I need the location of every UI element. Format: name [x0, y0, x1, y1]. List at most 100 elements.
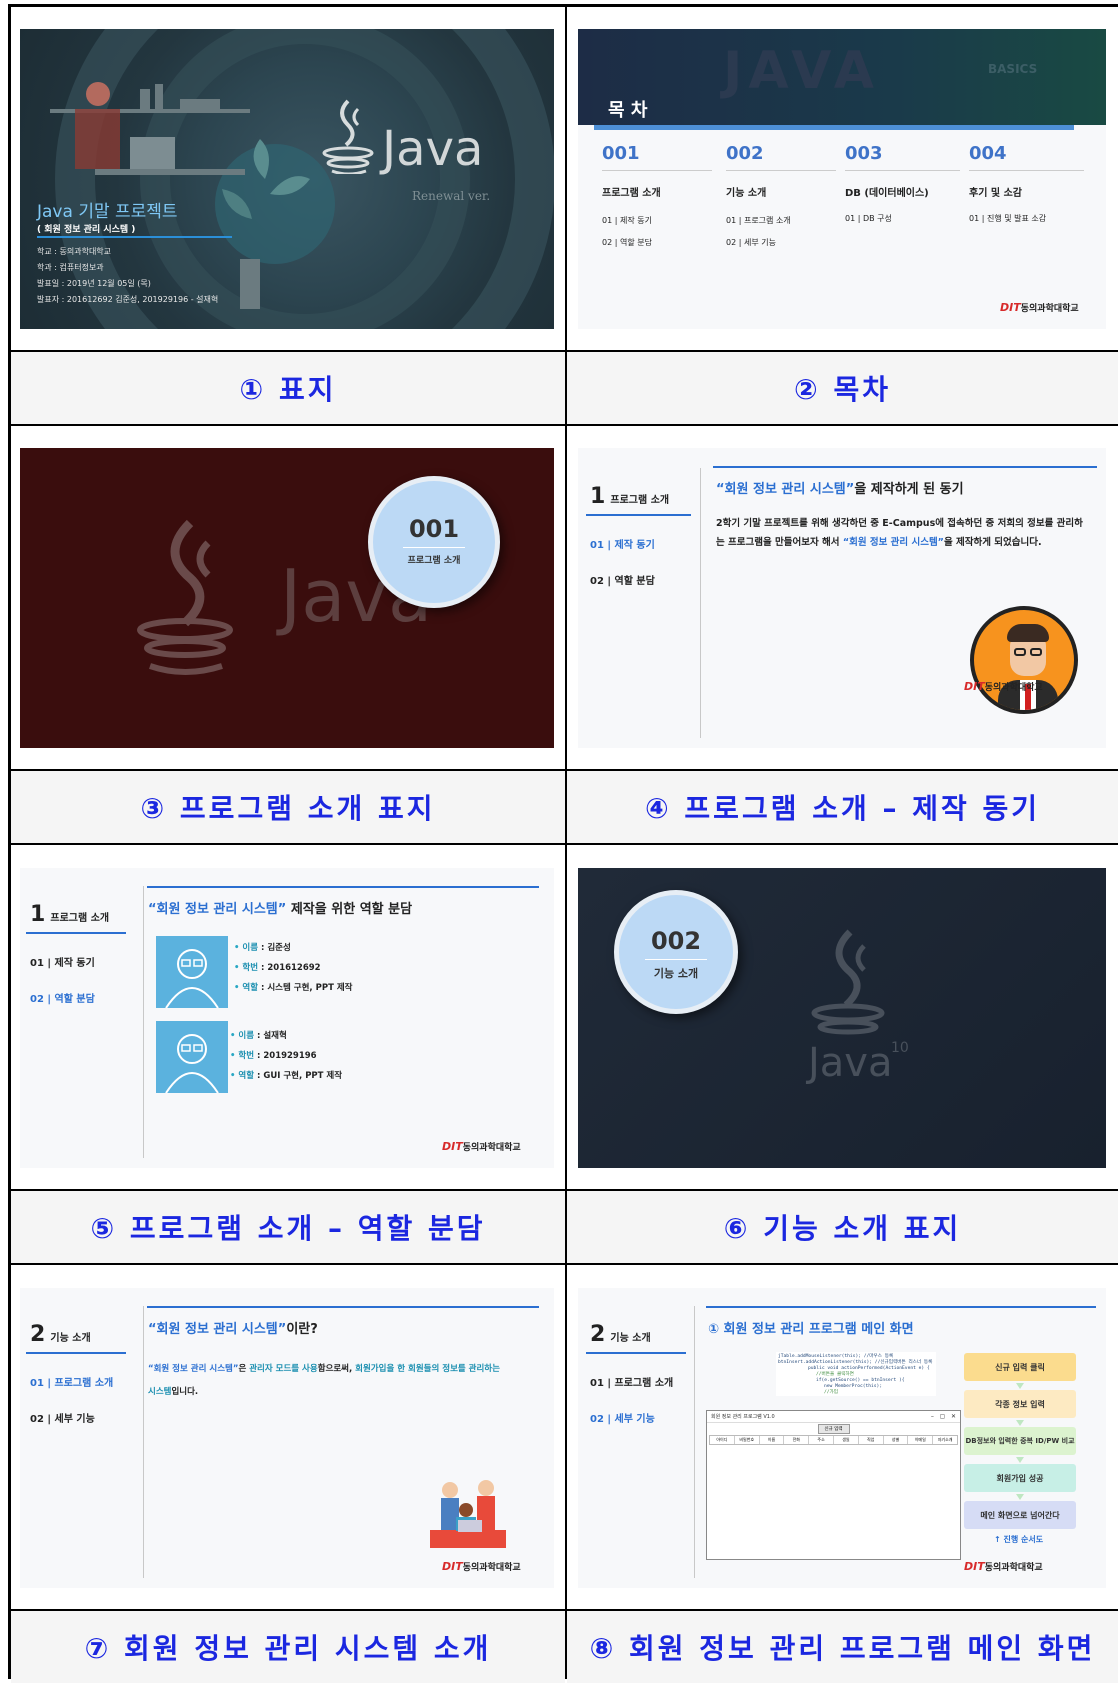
column-header: 비밀번호 — [735, 1436, 760, 1444]
glasses-icon — [1030, 648, 1042, 656]
row-divider — [8, 424, 1118, 426]
slide-body: 2학기 기말 프로젝트를 위해 생각하던 중 E-Campus에 접속하던 중 … — [716, 514, 1091, 552]
school-logo: DIT동의과학대학교 — [964, 680, 1043, 693]
toc-section-4: 004 후기 및 소감 01 | 진행 및 발표 소감 — [969, 143, 1084, 224]
column-header: 전화 — [784, 1436, 810, 1444]
avatar — [970, 606, 1078, 714]
logo-mark: DIT — [964, 680, 985, 693]
body-text: 은 — [238, 1364, 250, 1374]
cover-title: Java 기말 프로젝트 — [37, 202, 178, 222]
id-key: 학번 — [242, 963, 259, 973]
window-toolbar: 신규 입력 — [707, 1423, 960, 1435]
toc-section-title: DB (데이터베이스) — [845, 188, 929, 199]
caption-8: ⑧ 회원 정보 관리 프로그램 메인 화면 — [567, 1611, 1118, 1683]
user-icon — [165, 949, 219, 1009]
role-value: : 시스템 구현, PPT 제작 — [258, 983, 353, 993]
heading-rule — [147, 1306, 539, 1308]
flow-step: 회원가입 성공 — [964, 1464, 1076, 1492]
logo-text: 동의과학대학교 — [462, 1143, 521, 1153]
person-info-1: • 이름 : 김준성 • 학번 : 201612692 • 역할 : 시스템 구… — [234, 943, 353, 993]
slide-toc: JAVA BASICS 목 차 001 프로그램 소개 01 | 제작 동기 0… — [578, 29, 1106, 329]
heading-highlight: “회원 정보 관리 시스템” — [148, 1322, 287, 1337]
sidebar-num: 2 — [590, 1322, 606, 1347]
heading-highlight: “회원 정보 관리 시스템” — [148, 902, 287, 917]
cover-date: 발표일 : 2019년 12월 05일 (목) — [37, 279, 151, 288]
slide-section-001: Java 001 프로그램 소개 — [20, 448, 554, 748]
team-illustration — [430, 1480, 506, 1548]
toc-banner-bar — [594, 125, 1074, 130]
column-header: 이름 — [760, 1436, 785, 1444]
window-title: 회원 정보 관리 프로그램 V1.0 — [711, 1414, 775, 1420]
sidebar-label: 프로그램 소개 — [610, 495, 670, 506]
column-header: 주소 — [809, 1436, 834, 1444]
column-header: 아이디 — [710, 1436, 735, 1444]
sidebar-item-program: 01 | 프로그램 소개 — [30, 1378, 114, 1389]
sidebar-separator — [694, 1306, 695, 1578]
section-label: 기능 소개 — [653, 967, 699, 980]
java-cup-icon — [137, 519, 233, 675]
sidebar-item-features: 02 | 세부 기능 — [30, 1414, 95, 1425]
divider — [845, 170, 960, 171]
row-divider — [8, 1263, 1118, 1265]
toc-num: 003 — [845, 143, 883, 164]
logo-mark: DIT — [964, 1560, 985, 1573]
section-num: 002 — [650, 927, 702, 955]
renewal-label: Renewal ver. — [412, 189, 491, 203]
sidebar-num: 2 — [30, 1322, 46, 1347]
cover-underline — [37, 236, 232, 238]
toc-item: 02 | 역할 분담 — [602, 238, 652, 247]
heading-rule — [706, 1306, 1096, 1308]
app-window: 회원 정보 관리 프로그램 V1.0 – ▢ ✕ 신규 입력 아이디 비밀번호 … — [706, 1410, 961, 1560]
sidebar-separator — [143, 886, 144, 1158]
banner-java: JAVA — [723, 41, 881, 101]
arrow-down-icon — [1016, 1457, 1024, 1463]
banner-basics: BASICS — [988, 62, 1038, 76]
toc-section-2: 002 기능 소개 01 | 프로그램 소개 02 | 세부 기능 — [726, 143, 836, 248]
slide-cover: Java Renewal ver. Java 기말 프로젝트 ( 회원 정보 관… — [20, 29, 554, 329]
glasses-icon — [1014, 648, 1026, 656]
flow-caption: ↑ 진행 순서도 — [994, 1535, 1044, 1544]
divider — [645, 959, 707, 960]
logo-mark: DIT — [1000, 301, 1021, 314]
sidebar-item-roles: 02 | 역할 분담 — [30, 994, 95, 1005]
section-label: 프로그램 소개 — [407, 556, 461, 566]
sidebar-underline — [586, 1352, 686, 1354]
cover-presenters: 발표자 : 201612692 김준성, 201929196 - 설재혁 — [37, 295, 219, 304]
toc-item: 01 | 프로그램 소개 — [726, 216, 791, 225]
java-wordmark: Java — [808, 1040, 893, 1086]
heading-text: 제작을 위한 역할 분담 — [286, 902, 413, 917]
code-line: //가입 — [824, 1390, 838, 1395]
name-value: : 설재혁 — [254, 1031, 287, 1041]
user-icon — [165, 1034, 219, 1094]
column-header: 직업 — [859, 1436, 884, 1444]
toc-section-title: 프로그램 소개 — [602, 188, 661, 199]
sidebar-item-motivation: 01 | 제작 동기 — [590, 540, 655, 551]
column-header: 이메일 — [908, 1436, 934, 1444]
role-key: 역할 — [238, 1071, 255, 1081]
caption-2: ② 목차 — [567, 352, 1118, 424]
flow-step: 메인 화면으로 넘어간다 — [964, 1501, 1076, 1529]
sidebar-label: 프로그램 소개 — [50, 913, 110, 924]
sidebar-header: 1 프로그램 소개 — [590, 484, 669, 509]
toc-section-title: 기능 소개 — [726, 188, 767, 199]
divider — [403, 547, 465, 548]
body-text: 을 제작하게 되었습니다. — [943, 537, 1042, 548]
logo-text: 동의과학대학교 — [984, 683, 1043, 693]
slide-heading: “회원 정보 관리 시스템” 제작을 위한 역할 분담 — [148, 898, 412, 917]
sidebar-item-program: 01 | 프로그램 소개 — [590, 1378, 674, 1389]
body-text: 입니다. — [171, 1387, 199, 1397]
sidebar-item-roles: 02 | 역할 분담 — [590, 576, 655, 587]
column-header: 생일 — [834, 1436, 859, 1444]
avatar-hair — [1007, 624, 1049, 642]
slide-heading: “회원 정보 관리 시스템”을 제작하게 된 동기 — [716, 478, 964, 497]
logo-text: 동의과학대학교 — [462, 1563, 521, 1573]
sidebar-underline — [586, 514, 691, 516]
flow-step: 각종 정보 입력 — [964, 1390, 1076, 1418]
school-logo: DIT동의과학대학교 — [964, 1560, 1043, 1573]
sidebar-label: 기능 소개 — [50, 1333, 91, 1344]
toc-item: 01 | 진행 및 발표 소감 — [969, 214, 1047, 223]
sidebar-header: 1 프로그램 소개 — [30, 902, 109, 927]
insert-button[interactable]: 신규 입력 — [817, 1424, 850, 1434]
body-highlight: “회원 정보 관리 시스템” — [842, 537, 944, 548]
school-logo: DIT동의과학대학교 — [442, 1140, 521, 1153]
